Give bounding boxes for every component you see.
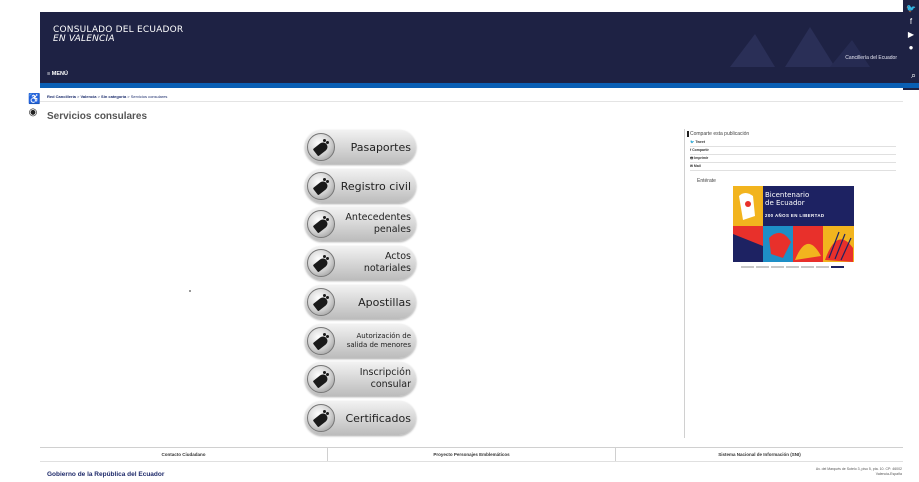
share-tweet[interactable]: 🐦 Tweet	[690, 139, 896, 147]
service-label: Pasaportes	[335, 130, 411, 164]
footer-divider	[40, 461, 903, 462]
service-label: Registro civil	[335, 169, 411, 203]
menu-button[interactable]: ≡ MENÚ	[47, 71, 68, 77]
passports-button[interactable]: Pasaportes	[305, 130, 416, 164]
service-label-text: Actos	[384, 251, 411, 262]
share-heading: Comparte esta publicación	[686, 131, 750, 137]
youtube-icon[interactable]: ▶	[908, 30, 914, 39]
footer-sni-link[interactable]: Sistema Nacional de Información (SNI)	[616, 448, 903, 461]
service-label-text: Certificados	[345, 411, 411, 425]
share-print[interactable]: 🖶 Imprimir	[690, 155, 896, 163]
search-icon[interactable]: ⌕	[911, 70, 916, 81]
breadcrumb-current: Servicios consulares	[130, 94, 168, 99]
breadcrumb-category[interactable]: Sin categoría	[101, 94, 126, 99]
service-icon	[307, 327, 335, 355]
service-label-text: salida de menores	[346, 341, 411, 349]
service-label: Autorización de salida de menores	[335, 324, 411, 358]
banner-title-line1: Bicentenario	[765, 191, 810, 199]
service-icon	[307, 172, 335, 200]
page: ♿ ◉ CONSULADO DEL ECUADOR EN VALENCIA Ca…	[0, 0, 919, 482]
site-title-line2: EN VALENCIA	[53, 34, 115, 44]
footer-links: Contacto Ciudadano Proyecto Personajes E…	[40, 448, 903, 461]
notarial-acts-button[interactable]: Actos notariales	[305, 246, 416, 280]
service-label: Antecedentes penales	[335, 207, 411, 241]
service-label-text: Registro civil	[340, 179, 411, 193]
slider-dot[interactable]	[771, 266, 784, 268]
share-list: 🐦 Tweet f Compartir 🖶 Imprimir ✉ Mail	[690, 139, 896, 171]
service-icon	[307, 210, 335, 238]
eye-icon[interactable]: ◉	[28, 108, 38, 118]
consulate-address: Av. del Marqués de Sotelo 3, piso 5, pta…	[816, 467, 902, 477]
certificates-button[interactable]: Certificados	[305, 401, 416, 435]
accessibility-icon[interactable]: ♿	[28, 95, 40, 105]
apostilles-button[interactable]: Apostillas	[305, 285, 416, 319]
service-label-text: Pasaportes	[350, 140, 411, 154]
bicentenario-banner[interactable]: Bicentenario de Ecuador 200 AÑOS EN LIBE…	[733, 186, 854, 262]
slider-dot[interactable]	[816, 266, 829, 268]
site-title[interactable]: CONSULADO DEL ECUADOR EN VALENCIA	[53, 26, 183, 44]
service-label: Actos notariales	[335, 246, 411, 280]
enterate-heading: Entérate	[697, 178, 716, 184]
banner-subtitle: 200 AÑOS EN LIBERTAD	[765, 213, 825, 218]
service-label: Certificados	[335, 401, 411, 435]
service-label-text: Apostillas	[358, 295, 411, 309]
decorative-dot	[189, 290, 191, 292]
service-label: Inscripción consular	[335, 362, 411, 396]
address-line2: Valencia-España	[875, 472, 902, 476]
service-label-text: Inscripción	[359, 367, 411, 378]
accent-divider	[40, 83, 919, 88]
column-divider	[684, 129, 685, 438]
minor-travel-authorization-button[interactable]: Autorización de salida de menores	[305, 324, 416, 358]
slider-dot-active[interactable]	[831, 266, 844, 268]
service-label-text: Antecedentes	[345, 212, 411, 223]
slider-dot[interactable]	[801, 266, 814, 268]
divider	[40, 101, 903, 102]
site-header: CONSULADO DEL ECUADOR EN VALENCIA Cancil…	[40, 12, 903, 67]
service-label-text: penales	[373, 224, 411, 235]
slider-dot[interactable]	[786, 266, 799, 268]
service-icon	[307, 133, 335, 161]
service-icon	[307, 288, 335, 316]
service-icon	[307, 404, 335, 432]
service-label-text: Autorización de	[356, 332, 411, 340]
flickr-icon[interactable]: ●	[909, 43, 914, 52]
service-label-text: consular	[370, 379, 411, 390]
service-icon	[307, 249, 335, 277]
service-label-text: notariales	[363, 263, 411, 274]
footer-personajes-link[interactable]: Proyecto Personajes Emblemáticos	[328, 448, 616, 461]
breadcrumb: Red Cancillería > Valencia > Sin categor…	[47, 94, 167, 99]
cancilleria-link[interactable]: Cancillería del Ecuador	[845, 55, 897, 61]
slider-dot[interactable]	[756, 266, 769, 268]
facebook-icon[interactable]: f	[910, 17, 912, 26]
consular-registration-button[interactable]: Inscripción consular	[305, 362, 416, 396]
page-title: Servicios consulares	[47, 111, 148, 122]
government-title: Gobierno de la República del Ecuador	[47, 471, 165, 478]
banner-title: Bicentenario de Ecuador	[765, 191, 809, 207]
service-label: Apostillas	[335, 285, 411, 319]
twitter-icon[interactable]: 🐦	[906, 4, 916, 13]
breadcrumb-valencia[interactable]: Valencia	[80, 94, 96, 99]
banner-slider-dots	[741, 266, 844, 268]
footer-contact-link[interactable]: Contacto Ciudadano	[40, 448, 328, 461]
share-facebook[interactable]: f Compartir	[690, 147, 896, 155]
accessibility-strip: ♿ ◉	[0, 0, 40, 482]
slider-dot[interactable]	[741, 266, 754, 268]
banner-title-line2: de Ecuador	[765, 199, 805, 207]
criminal-records-button[interactable]: Antecedentes penales	[305, 207, 416, 241]
breadcrumb-home[interactable]: Red Cancillería	[47, 94, 76, 99]
share-mail[interactable]: ✉ Mail	[690, 163, 896, 171]
main-menu-bar: ≡ MENÚ ⌕	[40, 67, 919, 83]
service-icon	[307, 365, 335, 393]
civil-registry-button[interactable]: Registro civil	[305, 169, 416, 203]
